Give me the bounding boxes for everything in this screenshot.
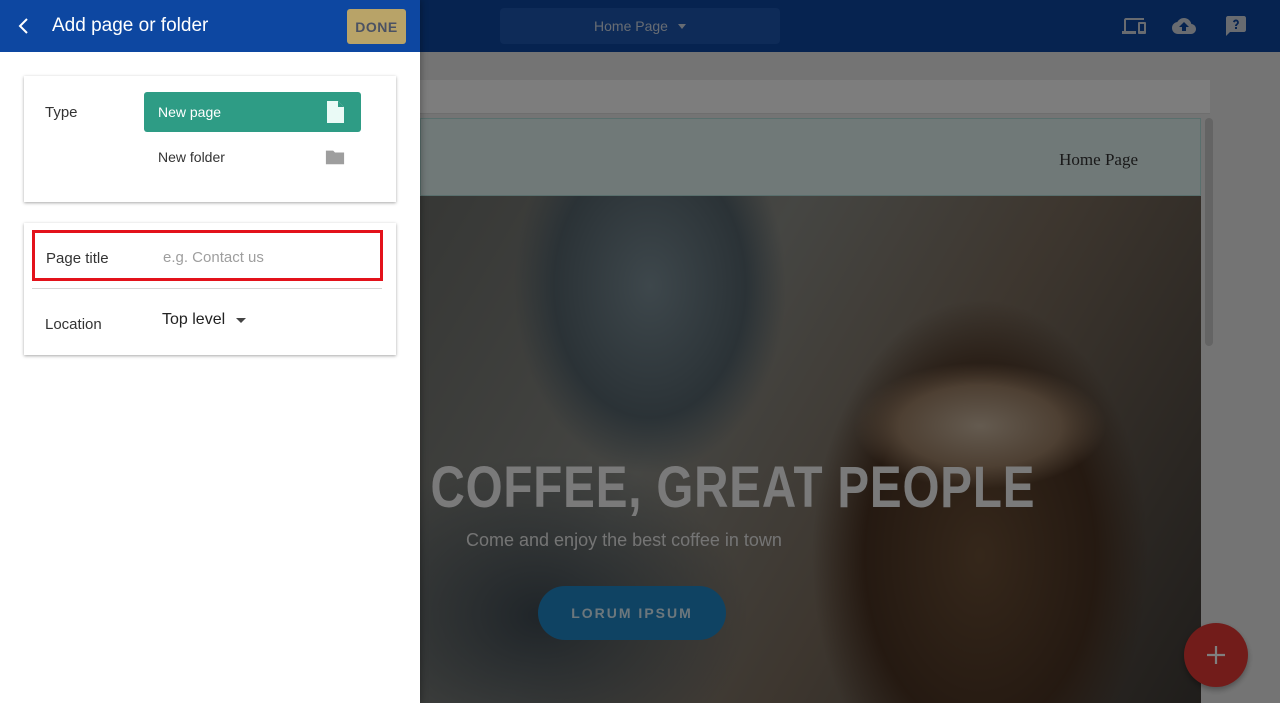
panel-title: Add page or folder (52, 15, 209, 36)
new-folder-option[interactable]: New folder (144, 137, 361, 177)
file-icon (327, 101, 344, 123)
divider (32, 288, 382, 289)
panel-header: Add page or folder DONE (0, 0, 420, 52)
location-label: Location (45, 316, 102, 333)
location-dropdown[interactable]: Top level (162, 311, 247, 329)
page-title-label: Page title (46, 250, 109, 267)
back-button[interactable] (10, 12, 38, 40)
new-page-label: New page (158, 104, 222, 120)
chevron-left-icon (18, 18, 28, 34)
done-button[interactable]: DONE (347, 9, 406, 44)
location-value: Top level (162, 311, 226, 328)
page-title-input[interactable] (163, 245, 373, 269)
new-folder-label: New folder (158, 149, 225, 165)
folder-icon (325, 150, 345, 165)
type-card: Type New page New folder (24, 76, 396, 202)
add-page-panel: Add page or folder DONE Type New page Ne… (0, 0, 420, 703)
page-details-card: Page title Location Top level (24, 223, 396, 355)
page-title-row: Page title (32, 230, 383, 281)
type-label: Type (45, 104, 78, 121)
new-page-option[interactable]: New page (144, 92, 361, 132)
caret-down-icon (236, 317, 247, 323)
